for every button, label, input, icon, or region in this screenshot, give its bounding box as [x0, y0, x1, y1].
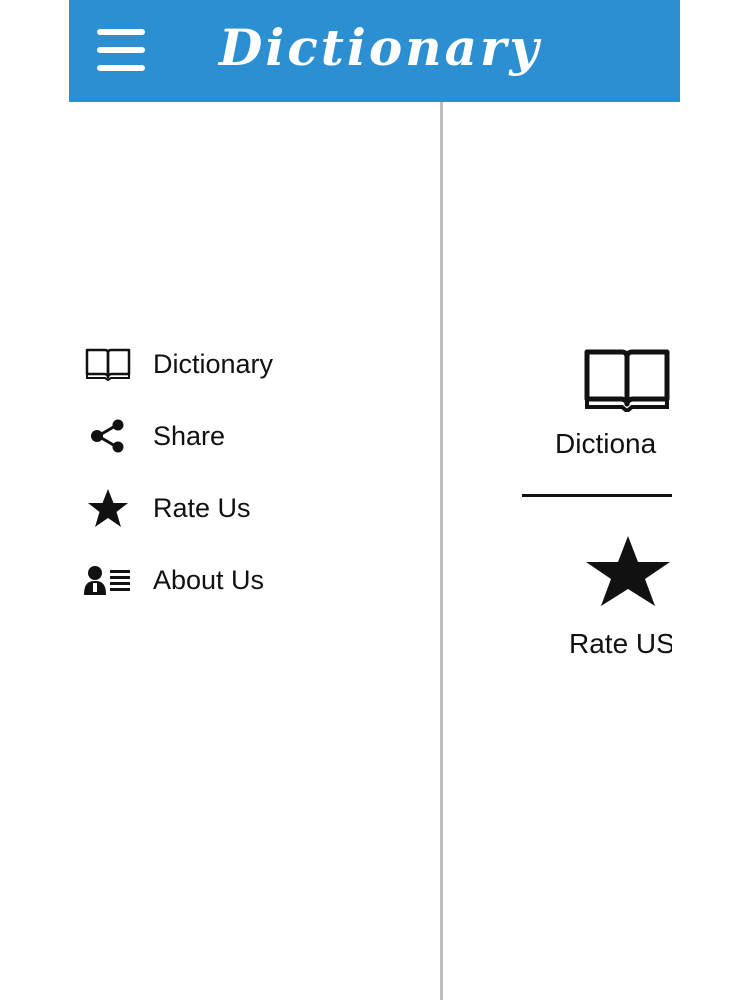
- card-divider: [522, 494, 672, 497]
- app-bar: Dictionary: [69, 0, 680, 102]
- screen: Dictionary Dictionary Share Rate Us Abou…: [0, 0, 750, 1000]
- navigation-drawer: [69, 102, 439, 1000]
- main-content: Dictiona Rate US: [443, 102, 672, 1000]
- book-icon: [83, 344, 133, 384]
- app-title: Dictionary: [219, 18, 542, 77]
- star-icon: [584, 534, 672, 613]
- hamburger-menu-button[interactable]: [97, 29, 145, 71]
- drawer-item-label: Rate Us: [153, 492, 251, 523]
- drawer-item-dictionary[interactable]: Dictionary: [83, 339, 413, 389]
- menu-line: [97, 47, 145, 53]
- star-icon: [83, 488, 133, 528]
- rate-us-card[interactable]: Rate US: [522, 532, 672, 672]
- drawer-item-rate-us[interactable]: Rate Us: [83, 483, 413, 533]
- book-icon: [582, 348, 672, 417]
- drawer-item-about-us[interactable]: About Us: [83, 555, 413, 605]
- menu-line: [97, 29, 145, 35]
- drawer-item-label: About Us: [153, 564, 265, 595]
- rate-us-card-label: Rate US: [569, 628, 672, 659]
- about-us-icon: [83, 560, 133, 600]
- dictionary-card[interactable]: Dictiona: [522, 342, 672, 472]
- drawer-item-label: Dictionary: [153, 348, 274, 379]
- share-icon: [83, 416, 133, 456]
- dictionary-card-label: Dictiona: [555, 428, 657, 459]
- drawer-item-label: Share: [153, 420, 226, 451]
- drawer-item-share[interactable]: Share: [83, 411, 413, 461]
- menu-line: [97, 65, 145, 71]
